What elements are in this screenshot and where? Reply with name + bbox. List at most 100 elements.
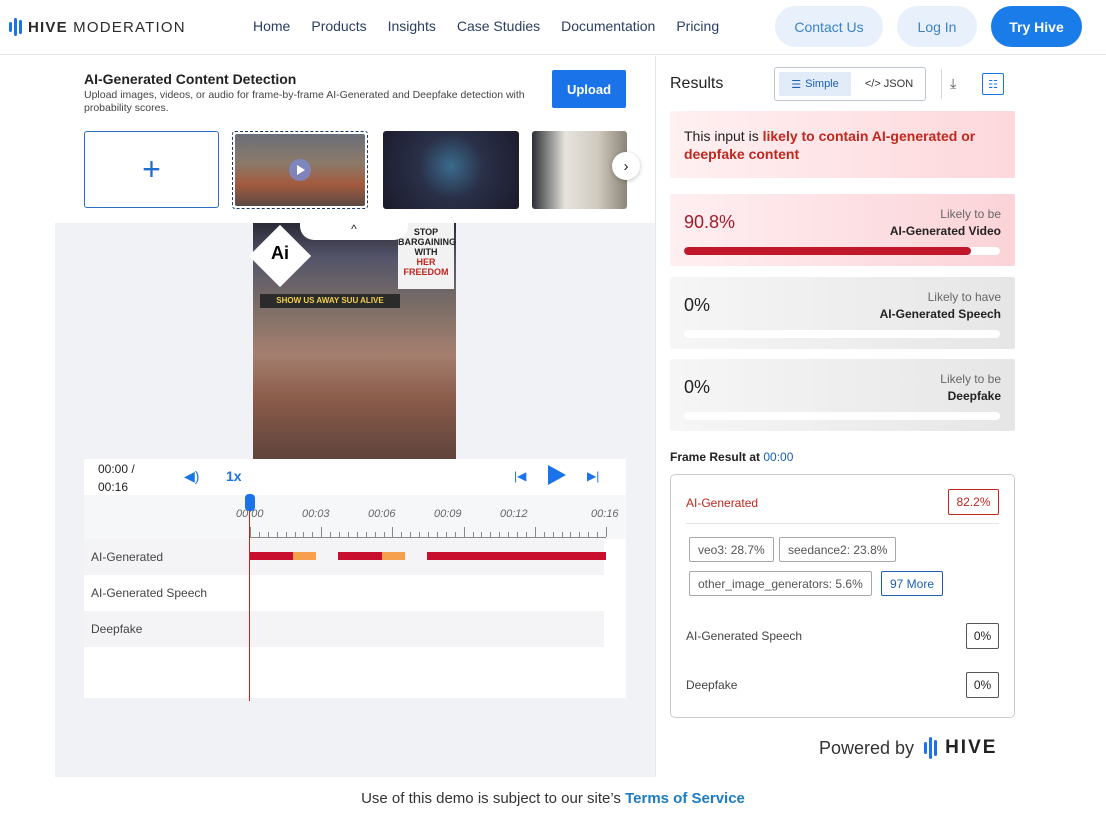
chevron-up-icon: ^ xyxy=(351,222,357,236)
tick-mark xyxy=(588,532,590,537)
plus-icon: + xyxy=(142,151,161,187)
contact-us-button[interactable]: Contact Us xyxy=(775,6,883,47)
tick-mark xyxy=(463,527,465,537)
tick-mark xyxy=(419,532,421,537)
score-qualifier: Likely to be xyxy=(940,372,1001,386)
thumbnail-cyberpunk-woman[interactable] xyxy=(383,131,519,209)
tick-mark xyxy=(356,532,358,537)
list-icon: ☰ xyxy=(791,78,802,91)
score-bar xyxy=(684,330,1000,338)
track-label: AI-Generated xyxy=(91,550,164,564)
tick-mark xyxy=(552,532,554,537)
nav-insights[interactable]: Insights xyxy=(388,18,436,34)
tick-mark xyxy=(321,527,323,537)
tick-mark xyxy=(534,527,536,537)
score-bar xyxy=(684,247,1000,255)
tick-mark xyxy=(490,532,492,537)
tick-mark xyxy=(294,532,296,537)
playhead-line xyxy=(249,503,250,701)
try-hive-button[interactable]: Try Hive xyxy=(991,6,1082,47)
generator-chip: veo3: 28.7% xyxy=(689,537,774,562)
score-bar xyxy=(684,412,1000,420)
skip-back-icon[interactable]: |◀ xyxy=(514,469,526,483)
tick-mark xyxy=(250,527,251,537)
results-title: Results xyxy=(670,75,724,92)
nav-case-studies[interactable]: Case Studies xyxy=(457,18,540,34)
chevron-right-icon[interactable]: › xyxy=(612,152,640,180)
score-percent: 0% xyxy=(684,377,711,397)
tick-mark xyxy=(267,532,269,537)
video-timeline: 00:00 / 00:16 ◀) 1x |◀ ▶| 00:00 00:03 00… xyxy=(84,459,626,701)
tick-mark xyxy=(410,532,412,537)
playhead-handle[interactable] xyxy=(245,494,255,511)
tick-mark xyxy=(525,532,527,537)
play-button[interactable] xyxy=(548,465,566,485)
generator-chip: other_image_generators: 5.6% xyxy=(689,571,872,596)
current-time: 00:00 / xyxy=(98,462,135,476)
score-class: AI-Generated Video xyxy=(889,224,1001,238)
tick-mark xyxy=(365,532,367,537)
terms-of-service-link[interactable]: Terms of Service xyxy=(625,790,745,807)
tick-label: 00:03 xyxy=(302,508,330,520)
protest-sign: STOP BARGAINING WITH HER FREEDOM xyxy=(398,223,456,289)
logo-text: HIVE MODERATION xyxy=(28,18,186,36)
generator-chip: seedance2: 23.8% xyxy=(779,537,897,562)
ai-segment-high[interactable] xyxy=(337,552,383,560)
details-list-icon[interactable]: ☷ xyxy=(982,73,1004,95)
json-view-tab[interactable]: </> JSON xyxy=(855,72,923,96)
playback-speed-button[interactable]: 1x xyxy=(226,468,242,484)
tick-label: 00:12 xyxy=(500,508,528,520)
thumbnail-protest-video[interactable] xyxy=(232,131,368,209)
tick-mark xyxy=(383,532,385,537)
download-icon[interactable]: ⤓ xyxy=(950,75,966,91)
tick-mark xyxy=(285,532,287,537)
ai-segment-medium[interactable] xyxy=(293,552,316,560)
nav-documentation[interactable]: Documentation xyxy=(561,18,655,34)
nav-products[interactable]: Products xyxy=(311,18,366,34)
add-media-button[interactable]: + xyxy=(84,131,219,208)
volume-icon[interactable]: ◀) xyxy=(184,468,199,485)
track-label: AI-Generated Speech xyxy=(91,586,208,600)
skip-forward-icon[interactable]: ▶| xyxy=(587,469,599,483)
main-nav: Home Products Insights Case Studies Docu… xyxy=(253,18,719,34)
top-navigation-bar: HIVE MODERATION Home Products Insights C… xyxy=(0,0,1106,55)
tick-mark xyxy=(392,527,394,537)
toolbar-separator xyxy=(941,69,942,99)
ai-segment-high[interactable] xyxy=(426,552,606,560)
frame-ai-label: AI-Generated xyxy=(686,496,759,510)
tick-mark xyxy=(303,532,305,537)
tick-mark xyxy=(454,532,456,537)
simple-view-tab[interactable]: ☰ Simple xyxy=(779,72,851,96)
tick-mark xyxy=(312,532,314,537)
hive-logo[interactable]: HIVE MODERATION xyxy=(9,16,186,38)
frame-timestamp: 00:00 xyxy=(763,450,794,464)
tick-mark xyxy=(579,532,581,537)
track-ai-generated-speech: AI-Generated Speech xyxy=(84,575,604,611)
score-qualifier: Likely to be xyxy=(940,207,1001,221)
score-class: Deepfake xyxy=(947,389,1001,403)
tick-mark xyxy=(517,532,518,537)
score-class: AI-Generated Speech xyxy=(879,307,1001,321)
collapse-toggle[interactable]: ^ xyxy=(300,218,408,240)
tick-mark xyxy=(445,532,447,537)
hive-logo-icon xyxy=(9,18,22,36)
tick-mark xyxy=(570,532,572,537)
upload-button[interactable]: Upload xyxy=(552,70,626,108)
more-generators-button[interactable]: 97 More xyxy=(881,571,944,596)
tick-mark xyxy=(276,532,278,537)
ai-segment-medium[interactable] xyxy=(382,552,405,560)
timeline-ruler[interactable]: 00:00 00:03 00:06 00:09 00:12 00:16 xyxy=(84,495,626,539)
ai-segment-high[interactable] xyxy=(250,552,294,560)
frame-speech-label: AI-Generated Speech xyxy=(686,629,803,643)
tick-marks xyxy=(250,526,607,538)
score-card-deepfake: 0% Likely to be Deepfake xyxy=(670,359,1015,431)
score-bar-fill xyxy=(684,247,971,255)
tick-mark xyxy=(481,532,483,537)
panel-divider xyxy=(655,56,656,777)
nav-home[interactable]: Home xyxy=(253,18,290,34)
score-percent: 0% xyxy=(684,295,711,315)
nav-pricing[interactable]: Pricing xyxy=(676,18,719,34)
tick-mark xyxy=(330,532,332,537)
tick-mark xyxy=(597,532,599,537)
log-in-button[interactable]: Log In xyxy=(897,6,977,47)
